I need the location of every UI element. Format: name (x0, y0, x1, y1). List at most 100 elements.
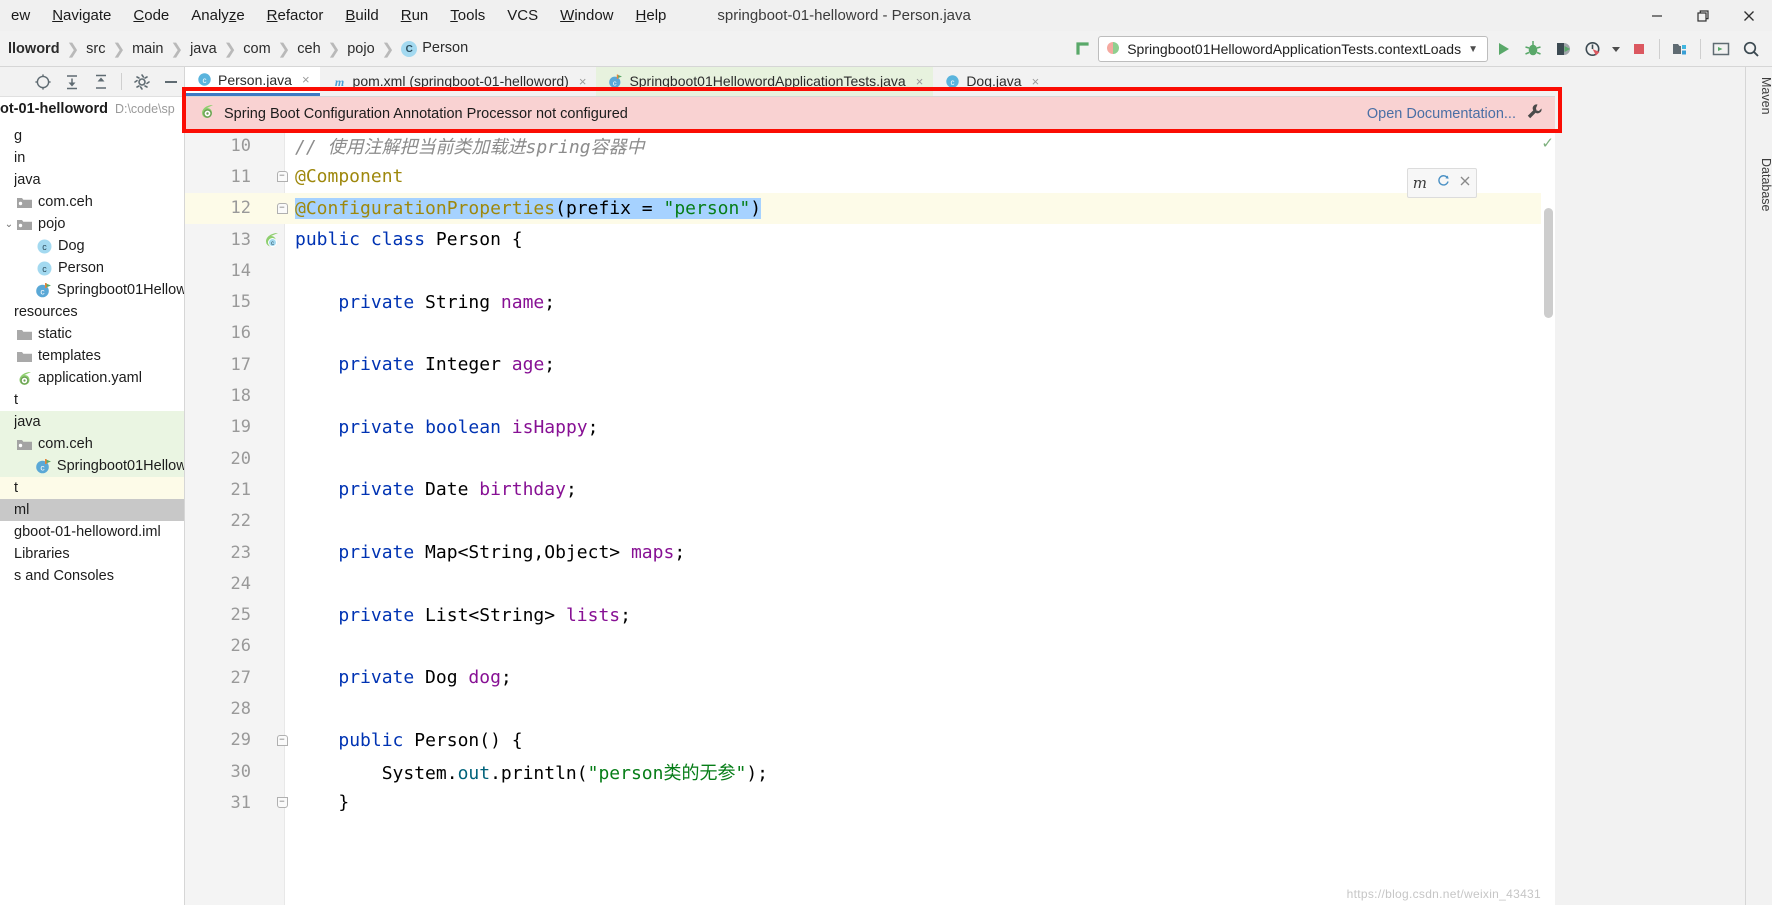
menu-item-refactor[interactable]: Refactor (256, 4, 335, 28)
breadcrumb-item-com[interactable]: com (237, 41, 276, 57)
code-line[interactable]: 17 private Integer age; (185, 349, 1555, 380)
jump-to-source-icon[interactable] (1068, 34, 1098, 64)
tree-node[interactable]: gboot-01-helloword.iml (0, 521, 184, 543)
chevron-down-icon[interactable]: ⌄ (2, 219, 16, 230)
refresh-icon[interactable] (1437, 174, 1450, 192)
hide-panel-icon[interactable] (159, 69, 184, 95)
open-documentation-link[interactable]: Open Documentation... (1367, 106, 1516, 122)
tree-node[interactable]: java (0, 411, 184, 433)
tree-node[interactable]: t (0, 477, 184, 499)
menu-item-help[interactable]: Help (625, 4, 678, 28)
breadcrumb-item-lloword[interactable]: lloword (2, 41, 66, 57)
main-menu[interactable]: ew Navigate Code Analyze Refactor Build Run Too… (0, 0, 677, 31)
locate-file-icon[interactable] (30, 69, 55, 95)
chevron-down-icon[interactable]: ▼ (1468, 44, 1478, 55)
breadcrumb-item-src[interactable]: src (80, 41, 111, 57)
editor-scrollbar[interactable]: ✓ (1541, 130, 1555, 905)
code-line[interactable]: 12 − @ConfigurationProperties(prefix = "pe… (185, 192, 1555, 224)
code-line[interactable]: 15 private String name; (185, 286, 1555, 317)
menu-item-window[interactable]: Window (549, 4, 624, 28)
tab-close-icon[interactable]: × (302, 72, 310, 87)
settings-gear-icon[interactable] (130, 69, 155, 95)
profiler-dropdown-icon[interactable] (1608, 34, 1624, 64)
menu-item-code[interactable]: Code (122, 4, 180, 28)
tree-node[interactable]: ⌄ pojo (0, 213, 184, 235)
editor-tab[interactable]: c Person.java × (185, 67, 320, 96)
collapse-all-icon[interactable] (88, 69, 113, 95)
terminal-icon[interactable] (1706, 34, 1736, 64)
project-tree[interactable]: g in java com.ceh ⌄ pojo c Dog c Person c Springboo… (0, 121, 184, 587)
tab-close-icon[interactable]: × (916, 74, 924, 89)
editor-tab[interactable]: c Dog.java × (933, 67, 1049, 96)
project-structure-icon[interactable] (1665, 34, 1695, 64)
breadcrumb-item-main[interactable]: main (126, 41, 169, 57)
code-line[interactable]: 22 (185, 506, 1555, 537)
maximize-icon[interactable] (1680, 0, 1726, 31)
breadcrumb[interactable]: lloword ❯ src ❯ main ❯ java ❯ com ❯ ceh ❯ pojo ❯ C Pers… (0, 40, 474, 58)
wrench-icon[interactable] (1526, 103, 1543, 125)
code-line[interactable]: 28 (185, 693, 1555, 724)
menu-item-ew[interactable]: ew (0, 4, 41, 28)
menu-item-navigate[interactable]: Navigate (41, 4, 122, 28)
code-line[interactable]: 13 c public class Person { (185, 224, 1555, 255)
code-line[interactable]: 19 private boolean isHappy; (185, 412, 1555, 443)
inspection-widget[interactable]: m (1407, 168, 1477, 198)
breadcrumb-item-java[interactable]: java (184, 41, 223, 57)
code-line[interactable]: 20 (185, 443, 1555, 474)
stop-icon[interactable] (1624, 34, 1654, 64)
profiler-icon[interactable] (1578, 34, 1608, 64)
code-line[interactable]: 23 private Map<String,Object> maps; (185, 537, 1555, 568)
tab-close-icon[interactable]: × (1032, 74, 1040, 89)
tree-node[interactable]: application.yaml (0, 367, 184, 389)
tree-node[interactable]: resources (0, 301, 184, 323)
code-fold-handle[interactable]: − (275, 734, 289, 746)
code-fold-handle[interactable]: − (275, 797, 289, 809)
code-line[interactable]: 25 private List<String> lists; (185, 599, 1555, 630)
tree-node[interactable]: com.ceh (0, 433, 184, 455)
tree-node[interactable]: com.ceh (0, 191, 184, 213)
code-line[interactable]: 31 − } (185, 787, 1555, 818)
tree-node[interactable]: static (0, 323, 184, 345)
code-line[interactable]: 14 (185, 255, 1555, 286)
tree-node[interactable]: g (0, 125, 184, 147)
tree-node[interactable]: c Springboot01Hellowo (0, 455, 184, 477)
code-line[interactable]: 21 private Date birthday; (185, 474, 1555, 505)
run-configuration-selector[interactable]: Springboot01HellowordApplicationTests.co… (1098, 36, 1488, 62)
tree-node[interactable]: in (0, 147, 184, 169)
tab-close-icon[interactable]: × (579, 74, 587, 89)
code-line[interactable]: 16 (185, 318, 1555, 349)
close-icon[interactable] (1726, 0, 1772, 31)
tree-node[interactable]: java (0, 169, 184, 191)
code-line[interactable]: 24 (185, 568, 1555, 599)
tree-node[interactable]: c Springboot01Hellowo (0, 279, 184, 301)
editor-tab[interactable]: c Springboot01HellowordApplicationTests.j… (596, 67, 934, 96)
tree-node[interactable]: templates (0, 345, 184, 367)
scrollbar-thumb[interactable] (1544, 208, 1553, 318)
tree-node[interactable]: s and Consoles (0, 565, 184, 587)
tree-node[interactable]: ml (0, 499, 184, 521)
code-line[interactable]: 10 // 使用注解把当前类加载进spring容器中 (185, 130, 1555, 161)
code-line[interactable]: 18 (185, 380, 1555, 411)
code-line[interactable]: 30 System.out.println("person类的无参"); (185, 756, 1555, 787)
close-icon[interactable] (1459, 174, 1471, 192)
editor-tab[interactable]: m pom.xml (springboot-01-helloword) × (320, 67, 597, 96)
spring-bean-icon[interactable]: c (257, 231, 285, 249)
project-root-row[interactable]: ot-01-helloword D:\code\sp (0, 97, 184, 121)
menu-item-vcs[interactable]: VCS (496, 4, 549, 28)
debug-icon[interactable] (1518, 34, 1548, 64)
code-line[interactable]: 11 − @Component (185, 161, 1555, 192)
code-line[interactable]: 26 (185, 631, 1555, 662)
menu-item-build[interactable]: Build (334, 4, 389, 28)
breadcrumb-item-person[interactable]: C Person (395, 40, 474, 58)
menu-item-tools[interactable]: Tools (439, 4, 496, 28)
tree-node[interactable]: Libraries (0, 543, 184, 565)
editor-code-area[interactable]: 10// 使用注解把当前类加载进spring容器中 11− @Component 12… (185, 130, 1555, 905)
run-coverage-icon[interactable] (1548, 34, 1578, 64)
code-line[interactable]: 27 private Dog dog; (185, 662, 1555, 693)
code-editor[interactable]: 10// 使用注解把当前类加载进spring容器中 11− @Component 12… (185, 130, 1555, 905)
code-fold-handle[interactable]: − (275, 202, 289, 214)
tree-node[interactable]: t (0, 389, 184, 411)
breadcrumb-item-ceh[interactable]: ceh (291, 41, 326, 57)
breadcrumb-item-pojo[interactable]: pojo (341, 41, 380, 57)
tool-tab-maven[interactable]: Maven (1746, 71, 1772, 121)
